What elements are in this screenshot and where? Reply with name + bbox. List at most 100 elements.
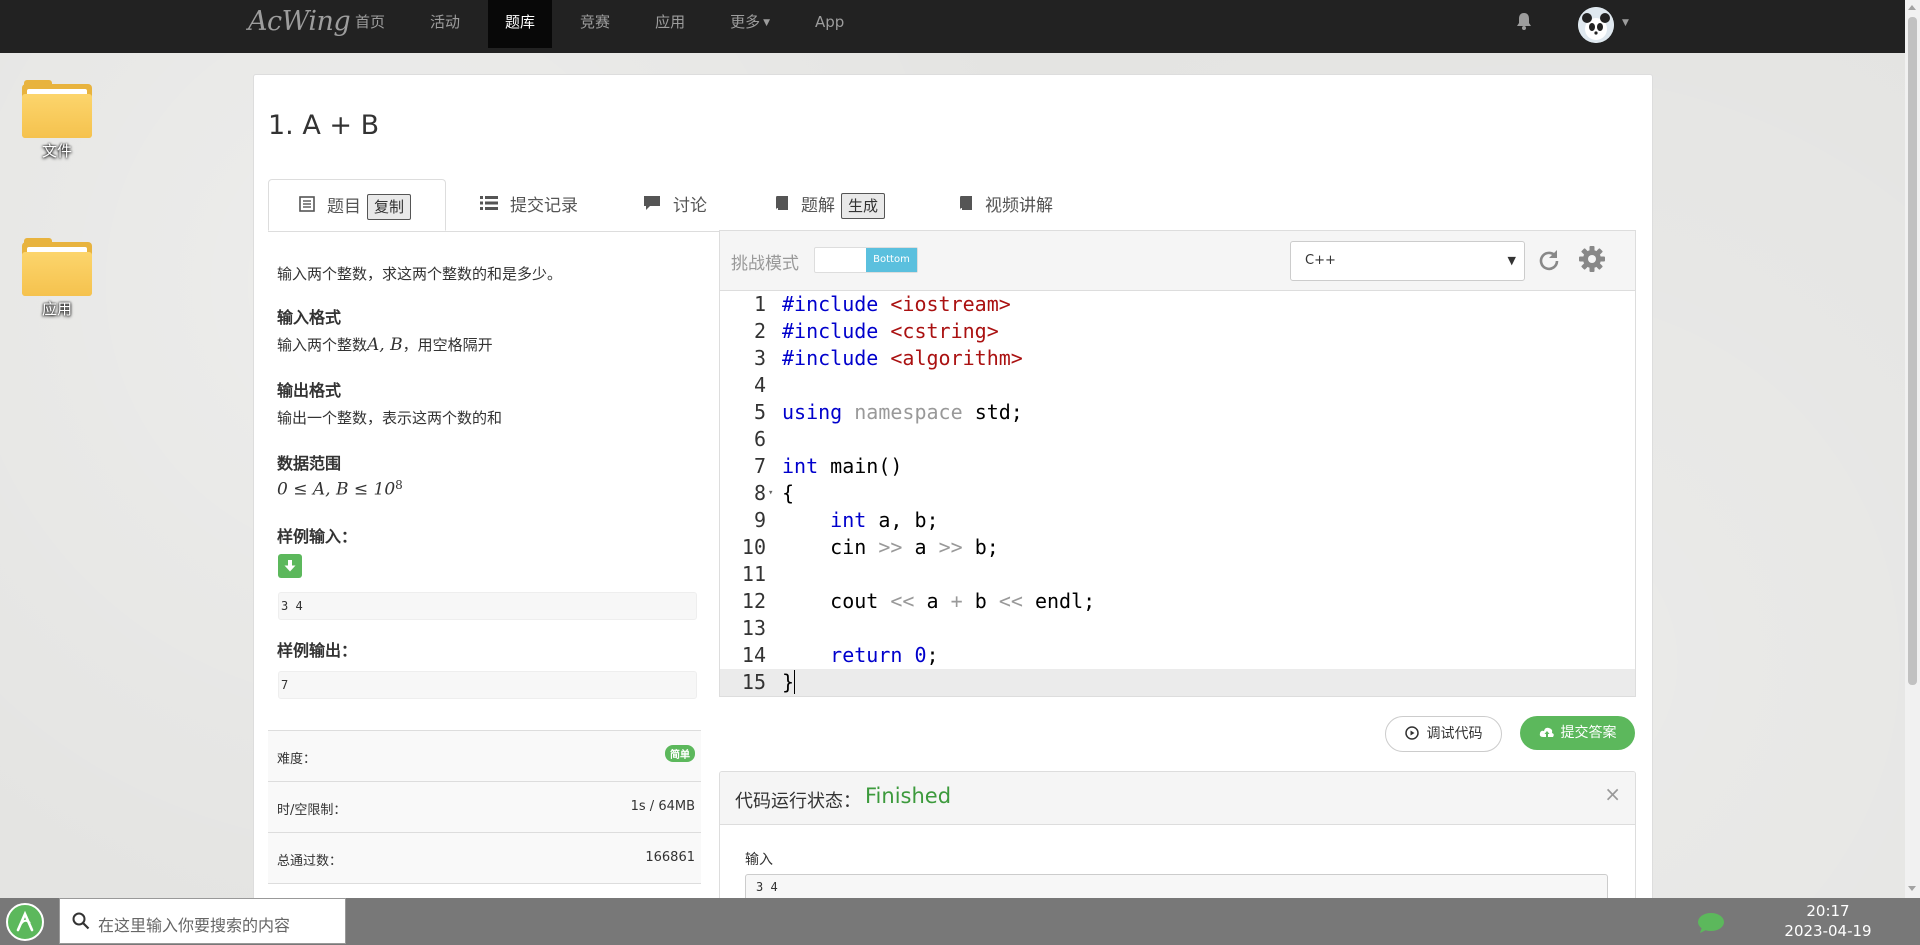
tab-solutions[interactable]: 题解 生成: [775, 179, 886, 231]
nav-item-activities[interactable]: 活动: [413, 0, 477, 48]
code-line: 11: [720, 561, 1635, 588]
problem-description: 输入两个整数，求这两个整数的和是多少。: [277, 265, 563, 283]
code-line: 5 using namespace std;: [720, 399, 1635, 426]
submit-button-label: 提交答案: [1560, 725, 1617, 741]
code-editor[interactable]: 1 #include <iostream> 2 #include <cstring>…: [719, 290, 1636, 697]
page-title: 1. A + B: [268, 110, 380, 141]
desktop-icon-label: 文件: [41, 142, 72, 160]
debug-code-button[interactable]: 调试代码: [1385, 716, 1502, 752]
list-icon: [480, 179, 498, 233]
desktop-icon-files[interactable]: 文件: [18, 80, 96, 161]
scroll-up-arrow-icon[interactable]: [1908, 5, 1916, 10]
run-status-label: 代码运行状态：: [735, 791, 861, 812]
code-line: 1 #include <iostream>: [720, 291, 1635, 318]
scrollbar-thumb[interactable]: [1908, 17, 1917, 685]
problem-tabs: 题目 复制 提交记录 讨论 题解 生成 视频讲解: [268, 179, 1635, 232]
sample-input-heading: 样例输入：: [277, 527, 358, 546]
output-format-text: 输出一个整数，表示这两个数的和: [277, 409, 503, 427]
scroll-down-arrow-icon[interactable]: [1908, 886, 1916, 891]
challenge-mode-label: 挑战模式: [731, 254, 799, 274]
tab-video[interactable]: 视频讲解: [959, 179, 1053, 231]
line-number: 8: [753, 481, 766, 505]
acwing-logo-icon: [16, 910, 34, 932]
reset-icon[interactable]: [1537, 248, 1561, 272]
problem-info-table: 难度： 简单 时/空限制： 1s / 64MB 总通过数： 166861: [268, 730, 701, 884]
submit-answer-button[interactable]: 提交答案: [1520, 716, 1635, 750]
search-icon: [72, 912, 90, 930]
code-line: 13: [720, 615, 1635, 642]
difficulty-badge: 简单: [665, 745, 695, 762]
line-number: 6: [753, 427, 766, 451]
bell-icon[interactable]: [1514, 11, 1534, 31]
code-line: 8 ▾{: [720, 480, 1635, 507]
fold-arrow-icon[interactable]: ▾: [768, 480, 773, 507]
tab-problem-label: 题目: [327, 197, 361, 217]
line-number: 2: [753, 319, 766, 343]
generate-button[interactable]: 生成: [841, 193, 886, 219]
panda-avatar-icon: [1578, 7, 1614, 43]
nav-item-more[interactable]: 更多 ▼: [713, 0, 787, 48]
run-status-header: 代码运行状态： Finished ×: [720, 772, 1635, 825]
info-row-passed: 总通过数： 166861: [268, 833, 701, 884]
line-number: 7: [753, 454, 766, 478]
page-scrollbar[interactable]: [1905, 0, 1920, 898]
clock-date: 2023-04-19: [1784, 922, 1872, 940]
tab-submissions-label: 提交记录: [510, 196, 578, 216]
user-avatar[interactable]: [1578, 7, 1614, 43]
gear-icon[interactable]: [1578, 245, 1606, 273]
toggle-knob: Bottom: [866, 248, 917, 272]
code-line: 9 int a, b;: [720, 507, 1635, 534]
line-number: 1: [753, 292, 766, 316]
language-select[interactable]: C++ ▼: [1290, 241, 1525, 281]
code-line-current: 15}: [720, 669, 1635, 696]
output-format-heading: 输出格式: [277, 381, 342, 400]
nav-item-app[interactable]: App: [798, 0, 861, 48]
line-number: 9: [753, 508, 766, 532]
tab-problem[interactable]: 题目 复制: [268, 179, 446, 231]
folder-icon: [22, 238, 92, 296]
run-status-panel: 代码运行状态： Finished × 输入 3 4: [719, 771, 1636, 905]
run-status-value: Finished: [865, 784, 952, 808]
taskbar-clock[interactable]: 20:17 2023-04-19: [1778, 901, 1878, 941]
code-line: 6: [720, 426, 1635, 453]
top-navbar: AcWing 首页 活动 题库 竞赛 应用 更多 ▼ App ▼: [0, 0, 1920, 53]
clock-time: 20:17: [1806, 902, 1850, 920]
sample-output-box: 7: [278, 671, 697, 699]
nav-item-apps[interactable]: 应用: [638, 0, 702, 48]
data-range-formula: 0 ≤ A, B ≤ 108: [277, 478, 403, 500]
line-number: 12: [741, 589, 766, 613]
input-format-text: 输入两个整数A, B，用空格隔开: [277, 335, 493, 355]
close-icon[interactable]: ×: [1604, 782, 1621, 806]
code-line: 7 int main(): [720, 453, 1635, 480]
nav-item-contests[interactable]: 竞赛: [563, 0, 627, 48]
desktop-icon-apps[interactable]: 应用: [18, 238, 96, 319]
tab-submissions[interactable]: 提交记录: [480, 179, 578, 231]
info-row-difficulty: 难度： 简单: [268, 731, 701, 782]
tab-discussion[interactable]: 讨论: [643, 179, 707, 231]
nav-more-label: 更多: [730, 13, 761, 31]
debug-button-label: 调试代码: [1426, 726, 1483, 742]
language-value: C++: [1305, 253, 1336, 268]
line-number: 15: [741, 670, 766, 694]
start-button[interactable]: [6, 903, 44, 941]
tab-discussion-label: 讨论: [673, 196, 707, 216]
cloud-upload-icon: [1539, 727, 1554, 737]
line-number: 13: [741, 616, 766, 640]
sample-input-box: 3 4: [278, 592, 697, 620]
challenge-mode-toggle[interactable]: Bottom: [814, 247, 918, 273]
limit-label: 时/空限制：: [277, 803, 347, 818]
chevron-down-icon: ▼: [1507, 254, 1516, 267]
download-sample-button[interactable]: [278, 554, 302, 578]
taskbar: 在这里输入你要搜索的内容 20:17 2023-04-19: [0, 898, 1920, 945]
comment-icon: [643, 179, 661, 233]
tab-video-label: 视频讲解: [985, 196, 1053, 216]
copy-button[interactable]: 复制: [367, 194, 412, 220]
code-line: 10 cin >> a >> b;: [720, 534, 1635, 561]
taskbar-search-input[interactable]: 在这里输入你要搜索的内容: [59, 898, 346, 944]
nav-item-home[interactable]: 首页: [338, 0, 402, 48]
run-input-label: 输入: [745, 852, 773, 868]
chat-bubble-icon[interactable]: [1697, 912, 1725, 934]
nav-item-problems[interactable]: 题库: [488, 0, 553, 48]
avatar-caret-icon[interactable]: ▼: [1622, 18, 1629, 28]
brand-logo[interactable]: AcWing: [248, 6, 351, 37]
